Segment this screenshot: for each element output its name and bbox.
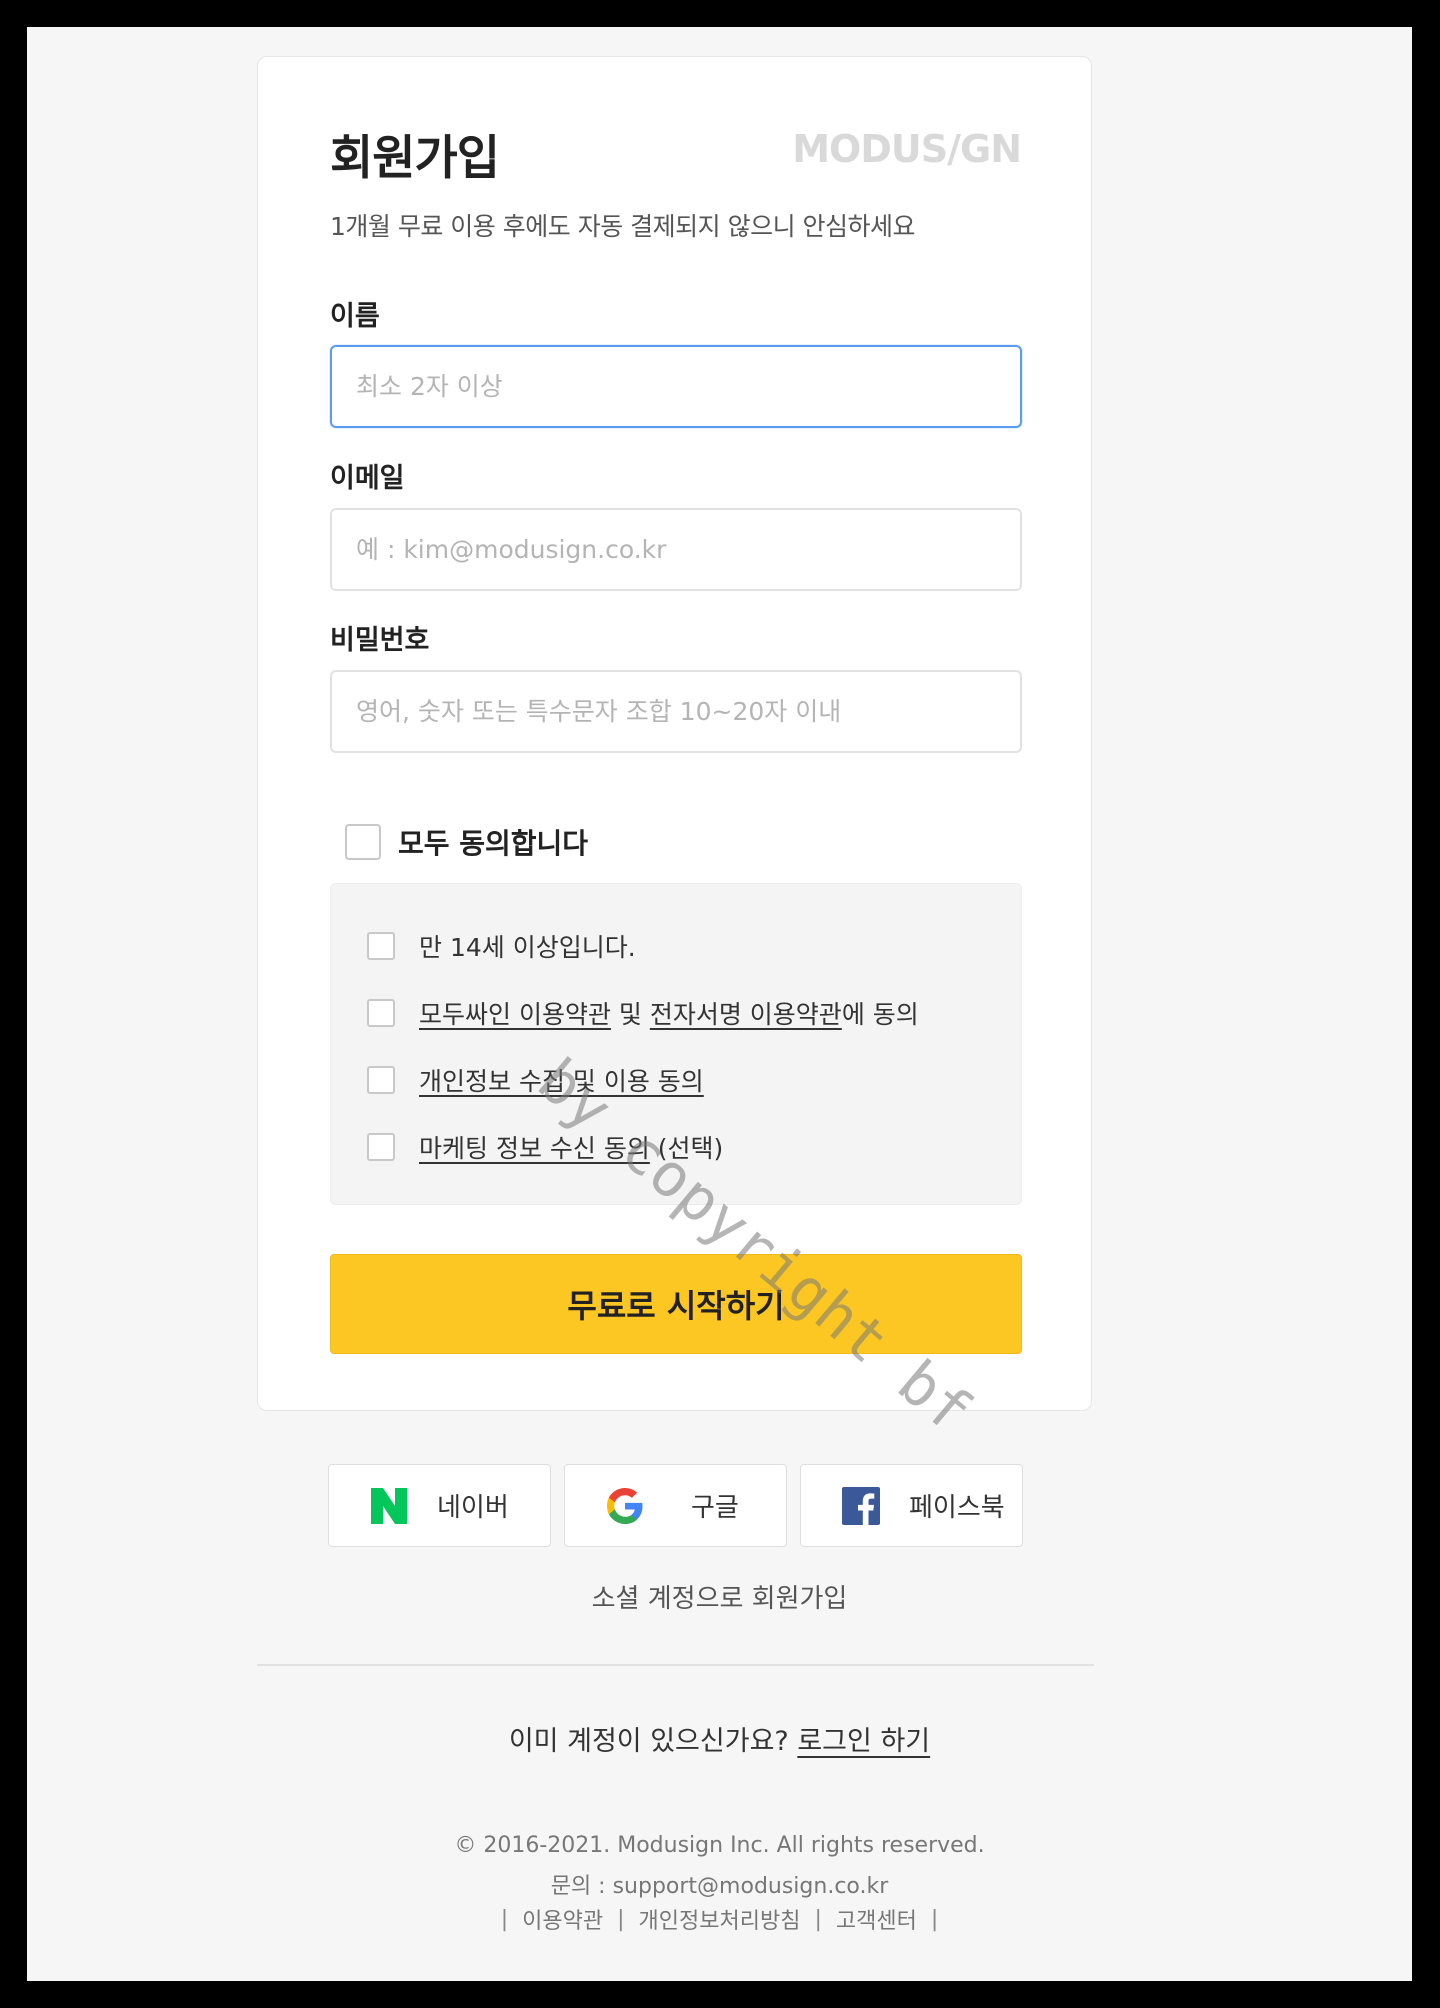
name-input[interactable] — [330, 345, 1022, 428]
esign-terms-link[interactable]: 전자서명 이용약관 — [650, 1000, 842, 1029]
footer-links: | 이용약관 | 개인정보처리방침 | 고객센터 | — [27, 1903, 1412, 1935]
facebook-signup-button[interactable]: 페이스북 — [800, 1464, 1023, 1547]
signup-subtitle: 1개월 무료 이용 후에도 자동 결제되지 않으니 안심하세요 — [330, 212, 916, 241]
email-label: 이메일 — [330, 463, 405, 494]
footer-contact: 문의 : support@modusign.co.kr — [550, 1874, 889, 1899]
footer-separator: | — [617, 1906, 625, 1932]
google-label: 구글 — [691, 1493, 739, 1523]
name-label: 이름 — [330, 301, 380, 332]
term-service[interactable]: 모두싸인 이용약관 및 전자서명 이용약관에 동의 — [367, 995, 919, 1031]
terms-box: 만 14세 이상입니다. 모두싸인 이용약관 및 전자서명 이용약관에 동의 개… — [330, 883, 1022, 1205]
facebook-icon — [842, 1486, 880, 1525]
email-input[interactable] — [330, 508, 1022, 591]
agree-all-row[interactable]: 모두 동의합니다 — [345, 822, 588, 862]
footer-link-privacy[interactable]: 개인정보처리방침 — [639, 1903, 801, 1935]
service-terms-conj: 및 — [610, 1000, 650, 1029]
term-service-checkbox[interactable] — [367, 999, 395, 1027]
login-prompt-row: 이미 계정이 있으신가요? 로그인 하기 — [27, 1719, 1412, 1758]
login-link[interactable]: 로그인 하기 — [797, 1726, 930, 1757]
google-signup-button[interactable]: 구글 — [564, 1464, 787, 1547]
marketing-optional-suffix: (선택) — [649, 1134, 724, 1163]
term-service-label: 모두싸인 이용약관 및 전자서명 이용약관에 동의 — [419, 995, 919, 1031]
password-label: 비밀번호 — [330, 625, 430, 656]
service-terms-link[interactable]: 모두싸인 이용약관 — [419, 1000, 611, 1029]
term-privacy[interactable]: 개인정보 수집 및 이용 동의 — [367, 1062, 704, 1098]
marketing-terms-link[interactable]: 마케팅 정보 수신 동의 — [419, 1134, 650, 1163]
divider — [257, 1664, 1094, 1666]
page-title: 회원가입 — [330, 131, 500, 186]
google-icon — [607, 1487, 643, 1524]
start-free-button[interactable]: 무료로 시작하기 — [330, 1254, 1022, 1354]
term-age[interactable]: 만 14세 이상입니다. — [367, 928, 636, 964]
password-input[interactable] — [330, 670, 1022, 753]
term-marketing-checkbox[interactable] — [367, 1133, 395, 1161]
term-marketing[interactable]: 마케팅 정보 수신 동의 (선택) — [367, 1129, 723, 1165]
login-prompt: 이미 계정이 있으신가요? — [508, 1726, 789, 1757]
social-signup-caption: 소셜 계정으로 회원가입 — [591, 1584, 848, 1614]
page-background: 회원가입 MODUS/GN 1개월 무료 이용 후에도 자동 결제되지 않으니 … — [27, 27, 1412, 1981]
service-terms-suffix: 에 동의 — [841, 1000, 919, 1029]
term-age-checkbox[interactable] — [367, 932, 395, 960]
naver-icon — [371, 1487, 407, 1524]
term-age-label: 만 14세 이상입니다. — [419, 933, 636, 962]
footer-copyright: © 2016-2021. Modusign Inc. All rights re… — [454, 1833, 985, 1858]
footer-separator: | — [930, 1906, 939, 1932]
agree-all-checkbox[interactable] — [345, 824, 381, 860]
naver-signup-button[interactable]: 네이버 — [328, 1464, 551, 1547]
brand-logo: MODUS/GN — [792, 127, 1022, 171]
footer-separator: | — [500, 1906, 509, 1932]
naver-label: 네이버 — [437, 1493, 509, 1523]
term-marketing-label: 마케팅 정보 수신 동의 (선택) — [419, 1129, 723, 1165]
footer-link-terms[interactable]: 이용약관 — [522, 1903, 603, 1935]
footer-link-support[interactable]: 고객센터 — [836, 1903, 917, 1935]
footer-separator: | — [814, 1906, 822, 1932]
term-privacy-label: 개인정보 수집 및 이용 동의 — [419, 1062, 704, 1098]
signup-card: 회원가입 MODUS/GN 1개월 무료 이용 후에도 자동 결제되지 않으니 … — [257, 56, 1092, 1411]
facebook-label: 페이스북 — [909, 1493, 1005, 1523]
agree-all-label: 모두 동의합니다 — [398, 827, 589, 860]
term-privacy-checkbox[interactable] — [367, 1066, 395, 1094]
privacy-terms-link[interactable]: 개인정보 수집 및 이용 동의 — [419, 1067, 704, 1096]
